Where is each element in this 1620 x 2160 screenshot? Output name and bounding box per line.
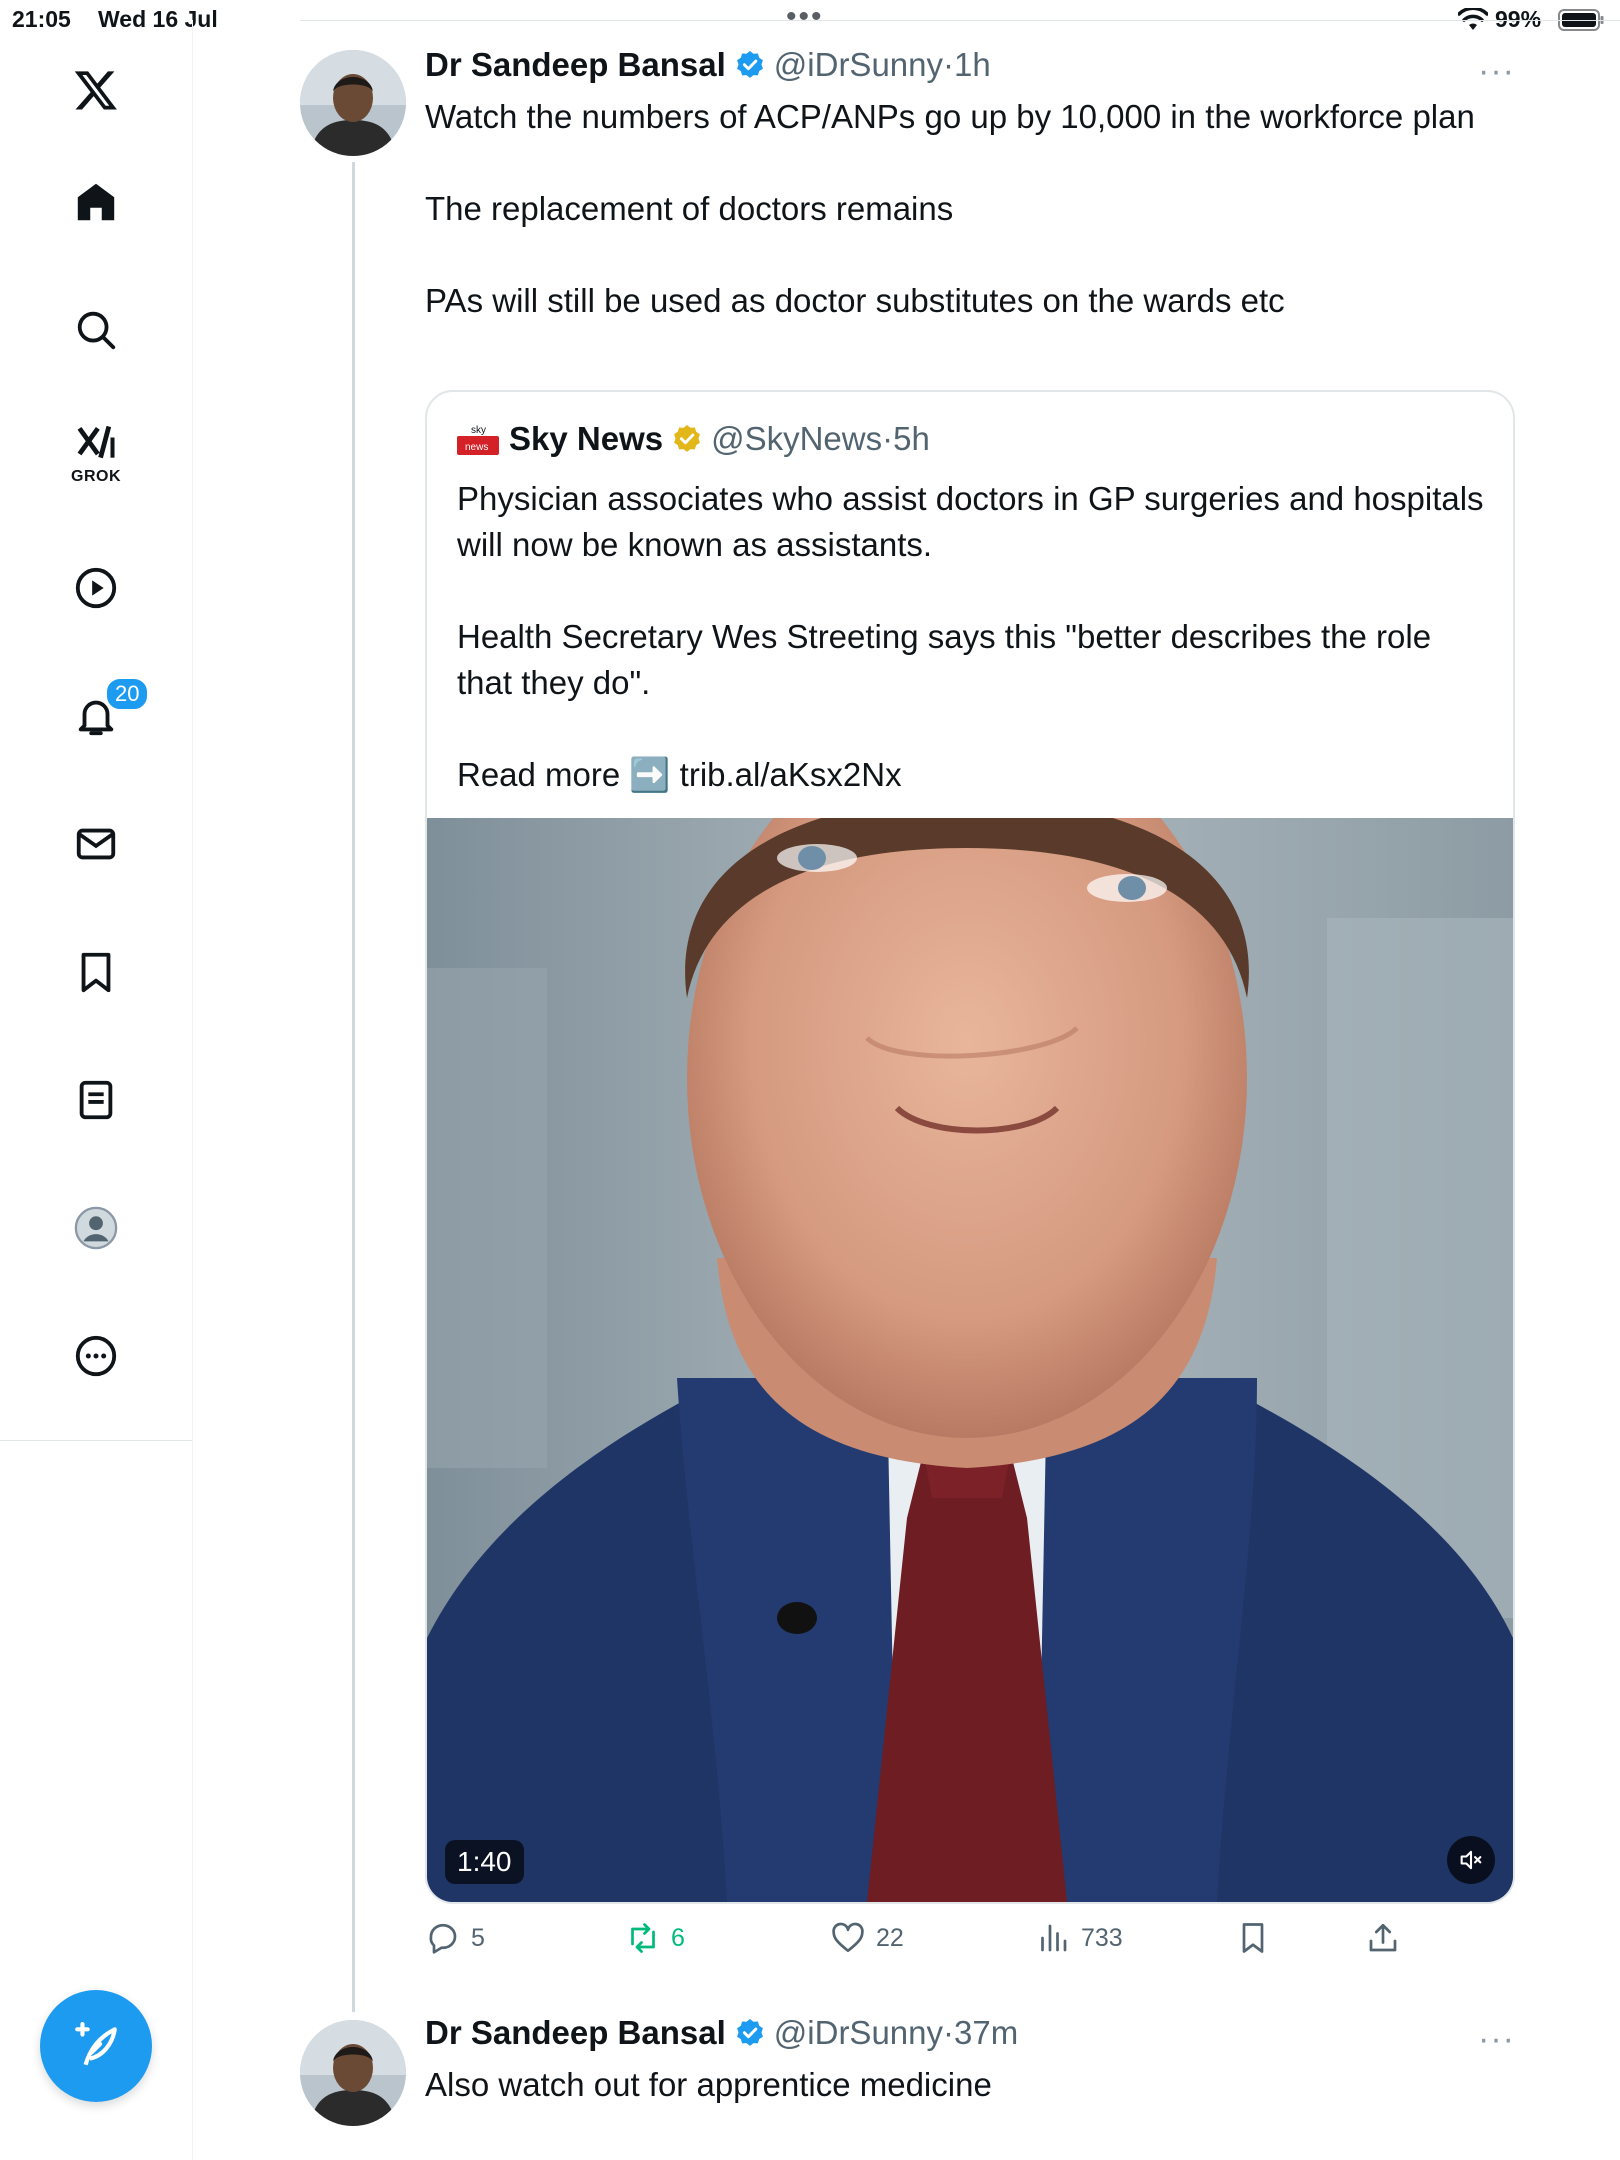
heart-icon (832, 1922, 864, 1953)
quoted-author-name[interactable]: Sky News (509, 420, 663, 458)
retweet-count: 6 (671, 1923, 685, 1952)
views-bar-chart-icon (1041, 1924, 1067, 1952)
x-logo-button[interactable] (66, 60, 126, 120)
tweet-body: Watch the numbers of ACP/ANPs go up by 1… (425, 94, 1515, 324)
verified-badge-icon (736, 2019, 763, 2046)
sidebar-divider (0, 1440, 192, 1441)
thread-connector-line (352, 162, 355, 2012)
sidebar-item-video[interactable] (66, 558, 126, 618)
quoted-tweet-timestamp[interactable]: 5h (893, 420, 930, 458)
quoted-author-handle[interactable]: @SkyNews (711, 420, 882, 458)
tweet-timestamp[interactable]: 37m (954, 2014, 1018, 2052)
more-circle-icon (75, 1335, 117, 1377)
separator-dot: · (943, 2014, 955, 2051)
tweet-paragraph: Watch the numbers of ACP/ANPs go up by 1… (425, 98, 1475, 135)
top-divider (300, 20, 1620, 21)
tweet-header: Dr Sandeep Bansal @iDrSunny · 1h (425, 46, 991, 84)
multitasking-dots-icon[interactable]: ••• (786, 0, 824, 34)
video-player[interactable]: 1:40 (427, 818, 1513, 1902)
sidebar-nav: GROK 20 (0, 20, 193, 2160)
avatar-photo (300, 2020, 406, 2126)
author-handle[interactable]: @iDrSunny (774, 46, 943, 84)
share-button[interactable] (1365, 1920, 1411, 1956)
quoted-paragraph: Health Secretary Wes Streeting says this… (457, 618, 1432, 701)
bookmark-icon (81, 952, 111, 993)
grok-icon (77, 425, 115, 459)
retweet-icon (631, 1923, 655, 1953)
compose-feather-icon (75, 2022, 117, 2066)
tweet-more-options-icon[interactable]: ··· (1478, 52, 1515, 91)
speaker-muted-icon (1460, 1850, 1482, 1870)
sidebar-item-lists[interactable] (66, 1070, 126, 1130)
author-avatar[interactable] (300, 50, 406, 156)
verified-badge-icon (736, 51, 763, 78)
notification-badge: 20 (104, 676, 151, 712)
sidebar-item-notifications[interactable]: 20 (66, 676, 151, 746)
sidebar-item-grok[interactable]: GROK (66, 422, 126, 485)
tweet-paragraph: PAs will still be used as doctor substit… (425, 282, 1285, 319)
sidebar-item-messages[interactable] (66, 814, 126, 874)
author-name[interactable]: Dr Sandeep Bansal (425, 46, 726, 84)
list-document-icon (79, 1080, 113, 1120)
home-icon (77, 183, 115, 221)
x-logo-icon (74, 71, 117, 110)
like-count: 22 (876, 1923, 904, 1952)
envelope-icon (76, 828, 116, 860)
gold-verified-badge-icon (674, 425, 701, 452)
author-avatar[interactable] (300, 2020, 406, 2126)
quoted-link-paragraph[interactable]: Read more ➡️ trib.al/aKsx2Nx (457, 752, 1487, 798)
views-count: 733 (1081, 1923, 1123, 1952)
mute-button[interactable] (1447, 1836, 1495, 1884)
tweet-timestamp[interactable]: 1h (954, 46, 991, 84)
sidebar-item-home[interactable] (66, 172, 126, 232)
views-button[interactable]: 733 (1035, 1920, 1123, 1956)
grok-label: GROK (71, 468, 121, 485)
quoted-tweet-card[interactable]: sky news Sky News @SkyNews · 5h Physicia… (425, 390, 1515, 1904)
reply-bubble-icon (429, 1923, 457, 1954)
quoted-tweet-body: Physician associates who assist doctors … (457, 476, 1487, 798)
svg-text:sky: sky (471, 425, 486, 436)
sidebar-item-bookmarks[interactable] (66, 942, 126, 1002)
sidebar-item-profile[interactable] (66, 1198, 126, 1258)
reply-count: 5 (471, 1923, 485, 1952)
reply-button[interactable]: 5 (425, 1920, 485, 1956)
bookmark-icon (1242, 1923, 1264, 1953)
sky-news-logo-icon: sky news (457, 425, 499, 455)
tweet-paragraph: Also watch out for apprentice medicine (425, 2066, 992, 2103)
share-upload-icon (1369, 1923, 1397, 1952)
tweet-header: Dr Sandeep Bansal @iDrSunny · 37m (425, 2014, 1018, 2052)
play-circle-icon (75, 567, 117, 609)
tweet-paragraph: The replacement of doctors remains (425, 190, 954, 227)
svg-text:news: news (465, 442, 488, 453)
video-duration: 1:40 (445, 1840, 524, 1884)
like-button[interactable]: 22 (830, 1920, 904, 1956)
profile-avatar-icon (74, 1206, 118, 1250)
quoted-paragraph: Physician associates who assist doctors … (457, 480, 1484, 563)
bookmark-button[interactable] (1235, 1920, 1281, 1956)
retweet-button[interactable]: 6 (625, 1920, 685, 1956)
video-thumbnail (427, 818, 1513, 1902)
author-name[interactable]: Dr Sandeep Bansal (425, 2014, 726, 2052)
compose-post-button[interactable] (40, 1990, 152, 2102)
tweet-action-bar: 5 6 22 733 (425, 1920, 1525, 1970)
quoted-tweet-header: sky news Sky News @SkyNews · 5h (457, 420, 930, 458)
sidebar-item-search[interactable] (66, 300, 126, 360)
author-handle[interactable]: @iDrSunny (774, 2014, 943, 2052)
sidebar-item-more[interactable] (66, 1326, 126, 1386)
avatar-photo (300, 50, 406, 156)
separator-dot: · (882, 420, 894, 457)
tweet-more-options-icon[interactable]: ··· (1478, 2020, 1515, 2059)
tweet-body: Also watch out for apprentice medicine (425, 2062, 1515, 2108)
search-icon (77, 311, 116, 350)
separator-dot: · (943, 46, 955, 83)
